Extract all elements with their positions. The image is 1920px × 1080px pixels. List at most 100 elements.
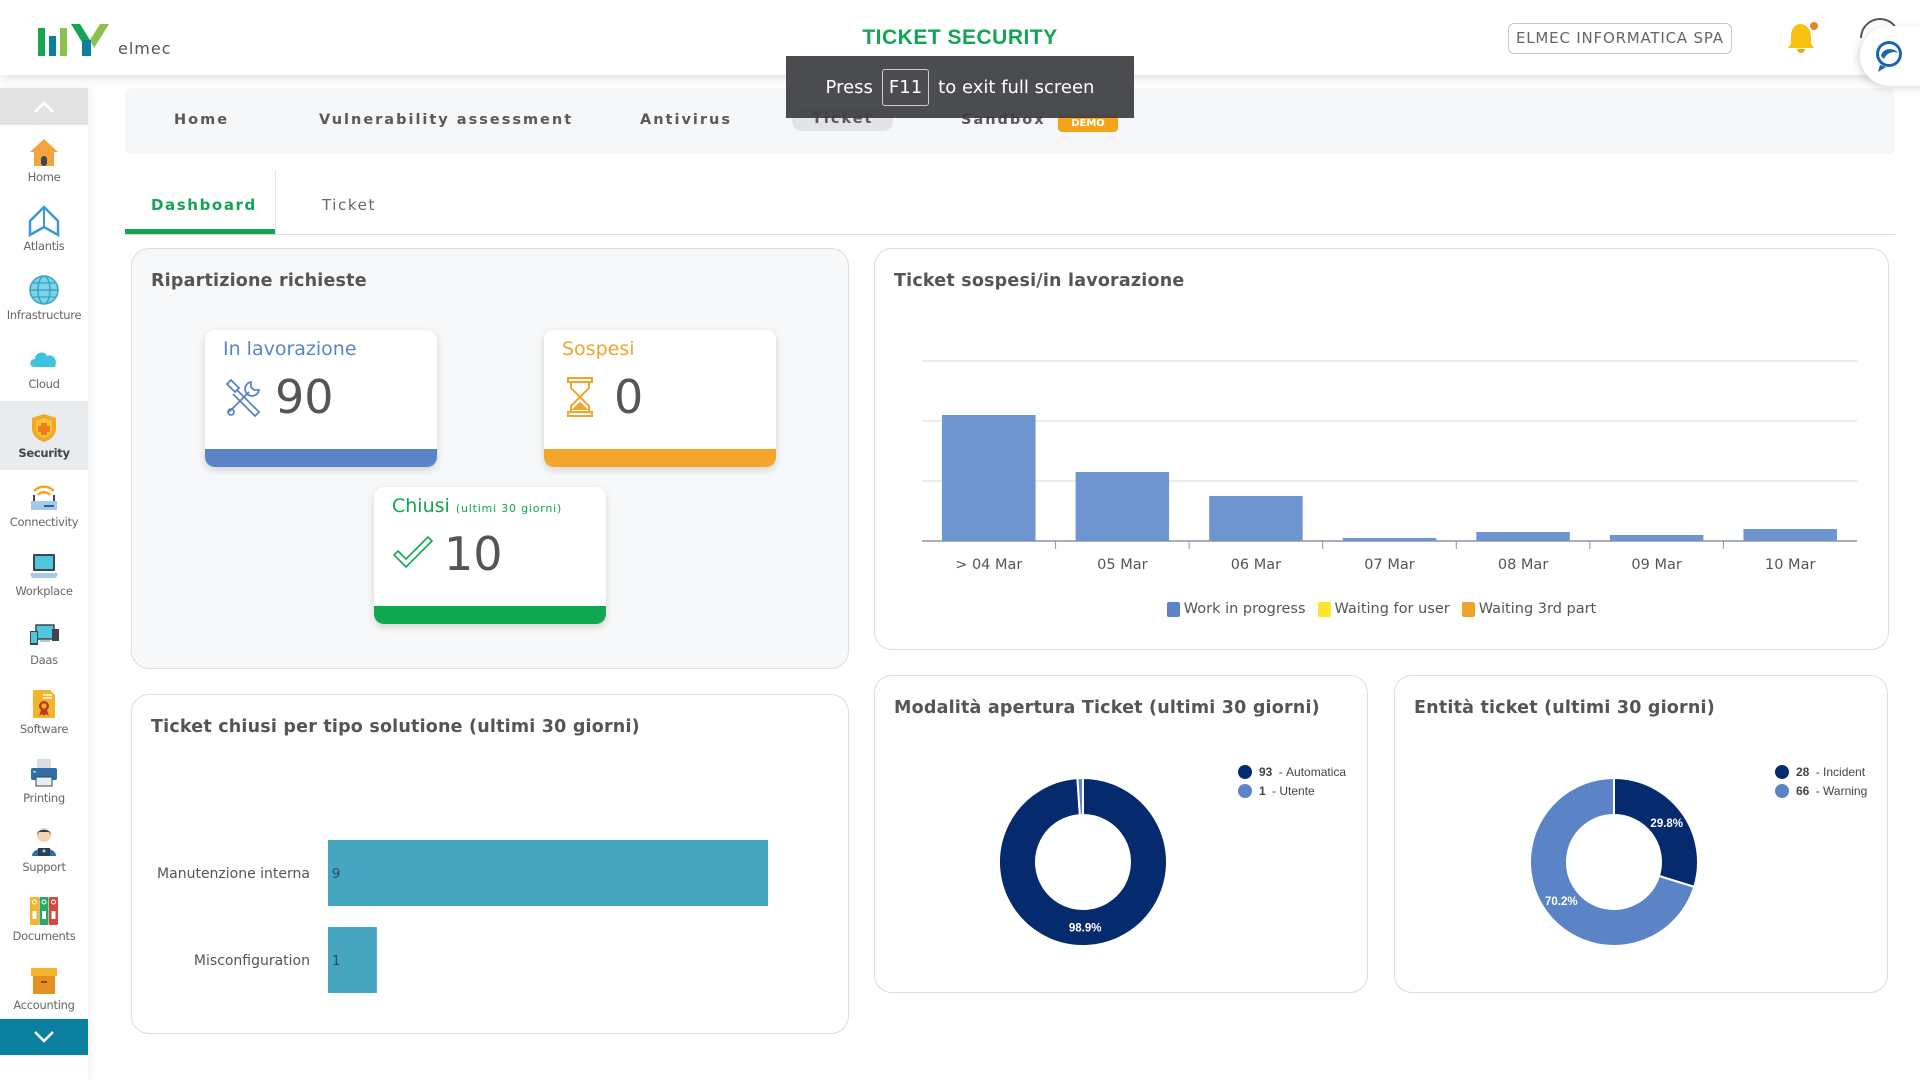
x-tick-label: 06 Mar <box>1231 557 1281 573</box>
bar <box>1209 496 1303 541</box>
sidebar-item-label: Daas <box>30 652 58 667</box>
x-tick-label: 08 Mar <box>1498 557 1548 573</box>
sub-tabs: Dashboard Ticket <box>125 170 1895 235</box>
sidebar-item-workplace[interactable]: Workplace <box>0 539 88 608</box>
sidebar-item-printing[interactable]: Printing <box>0 746 88 815</box>
chart-legend: 28 - Incident 66 - Warning <box>1775 765 1867 803</box>
hourglass-icon <box>567 377 593 417</box>
box-icon <box>31 967 57 994</box>
card-color-strip <box>205 449 437 467</box>
card-color-strip <box>544 449 776 467</box>
bar <box>942 415 1036 541</box>
legend-item-waiting-3rd-part[interactable]: Waiting 3rd part <box>1461 601 1597 617</box>
tab-dashboard[interactable]: Dashboard <box>151 196 257 214</box>
sidebar-item-label: Security <box>18 445 70 460</box>
router-icon <box>31 485 57 510</box>
sidebar-item-label: Cloud <box>28 376 60 391</box>
sidebar-item-home[interactable]: Home <box>0 125 88 194</box>
legend-value: 1 <box>1259 784 1266 798</box>
nav-tab-home[interactable]: Home <box>174 112 229 128</box>
legend-swatch <box>1166 601 1180 617</box>
sidebar-item-label: Support <box>22 859 66 874</box>
legend-item-work-in-progress[interactable]: Work in progress <box>1166 601 1306 617</box>
sidebar-item-label: Workplace <box>15 583 73 598</box>
modalita-apertura-panel: Modalità apertura Ticket (ultimi 30 gior… <box>874 675 1368 993</box>
chevron-up-icon <box>34 100 54 113</box>
chart-legend: Work in progress Waiting for user Waitin… <box>875 601 1888 617</box>
legend-item-waiting-for-user[interactable]: Waiting for user <box>1317 601 1450 617</box>
legend-dot <box>1775 784 1789 798</box>
sidebar-item-label: Accounting <box>13 997 75 1012</box>
sidebar-scroll-down-button[interactable] <box>0 1019 88 1055</box>
bar <box>1743 529 1837 541</box>
slice-label: 70.2% <box>1545 896 1578 908</box>
stat-card-chiusi[interactable]: Chiusi (ultimi 30 giorni) 10 <box>374 487 606 624</box>
card-color-strip <box>374 606 606 624</box>
legend-label: Utente <box>1279 784 1315 798</box>
stat-label: Chiusi (ultimi 30 giorni) <box>392 495 562 517</box>
panel-title: Ripartizione richieste <box>151 271 367 291</box>
sidebar-item-infrastructure[interactable]: Infrastructure <box>0 263 88 332</box>
legend-label: Warning <box>1823 784 1868 798</box>
entita-ticket-panel: Entità ticket (ultimi 30 giorni) 29.8% 70… <box>1394 675 1888 993</box>
legend-item-automatica[interactable]: 93 - Automatica <box>1238 765 1346 779</box>
chart-legend: 93 - Automatica 1 - Utente <box>1238 765 1346 803</box>
ticket-chiusi-chart: 9 Manutenzione interna 1 Misconfiguration <box>157 840 768 993</box>
legend-label: Waiting for user <box>1334 601 1450 617</box>
tools-icon <box>225 378 261 418</box>
checkmark-icon <box>392 535 434 569</box>
x-tick-label: 07 Mar <box>1364 557 1414 573</box>
ticket-sospesi-panel: Ticket sospesi/in lavorazione > 04 Mar 05… <box>874 248 1889 650</box>
sidebar-item-support[interactable]: Support <box>0 815 88 884</box>
legend-item-utente[interactable]: 1 - Utente <box>1238 784 1346 798</box>
x-tick-label: 09 Mar <box>1631 557 1681 573</box>
sidebar-item-documents[interactable]: Documents <box>0 884 88 953</box>
stat-card-in-lavorazione[interactable]: In lavorazione 90 <box>205 330 437 467</box>
fullscreen-notice-suffix: to exit full screen <box>938 76 1095 98</box>
sidebar-item-security[interactable]: Security <box>0 401 88 470</box>
sidebar-item-label: Atlantis <box>23 238 65 253</box>
company-selector[interactable]: ELMEC INFORMATICA SPA <box>1508 23 1732 54</box>
sidebar-item-label: Software <box>19 721 69 736</box>
active-tab-indicator <box>125 229 275 234</box>
sidebar-item-atlantis[interactable]: Atlantis <box>0 194 88 263</box>
y-tick-label: Manutenzione interna <box>157 866 310 882</box>
sidebar-scroll-up-button[interactable] <box>0 88 88 125</box>
x-tick-label: > 04 Mar <box>955 557 1022 573</box>
sidebar-item-software[interactable]: Software <box>0 677 88 746</box>
sidebar-item-connectivity[interactable]: Connectivity <box>0 470 88 539</box>
bar <box>1609 535 1704 541</box>
tab-ticket[interactable]: Ticket <box>322 196 376 214</box>
chat-support-button[interactable] <box>1860 26 1920 86</box>
legend-item-incident[interactable]: 28 - Incident <box>1775 765 1867 779</box>
legend-item-warning[interactable]: 66 - Warning <box>1775 784 1867 798</box>
legend-label: Waiting 3rd part <box>1478 601 1597 617</box>
ticket-chiusi-panel: Ticket chiusi per tipo solutione (ultimi… <box>131 694 849 1034</box>
nav-tab-vulnerability-assessment[interactable]: Vulnerability assessment <box>319 112 573 128</box>
stat-label-main: Chiusi <box>392 495 450 517</box>
sidebar-item-label: Documents <box>12 928 76 943</box>
stat-label: Sospesi <box>562 338 635 360</box>
nav-tab-antivirus[interactable]: Antivirus <box>640 112 732 128</box>
notifications-button[interactable] <box>1786 20 1818 54</box>
bar <box>1476 532 1570 541</box>
binders-icon <box>30 896 58 925</box>
bar <box>1342 538 1437 541</box>
sidebar-item-cloud[interactable]: Cloud <box>0 332 88 401</box>
sidebar-item-daas[interactable]: Daas <box>0 608 88 677</box>
chat-support-icon <box>1876 41 1902 72</box>
stat-card-sospesi[interactable]: Sospesi 0 <box>544 330 776 467</box>
legend-value: 93 <box>1259 765 1273 779</box>
certificate-icon <box>33 689 55 718</box>
chevron-down-icon <box>34 1031 54 1043</box>
sidebar-item-accounting[interactable]: Accounting <box>0 953 88 1022</box>
sidebar: Home Atlantis Infrastructure Cloud Secur… <box>0 88 88 1080</box>
legend-swatch <box>1317 601 1331 617</box>
legend-dot <box>1238 784 1252 798</box>
entita-ticket-chart: 29.8% 70.2% <box>1529 776 1699 947</box>
modalita-apertura-chart: 98.9% <box>998 776 1168 947</box>
legend-label: Work in progress <box>1183 601 1306 617</box>
slice-label: 98.9% <box>1069 922 1102 934</box>
globe-icon <box>29 274 59 305</box>
ripartizione-panel: Ripartizione richieste In lavorazione 90… <box>131 248 849 669</box>
